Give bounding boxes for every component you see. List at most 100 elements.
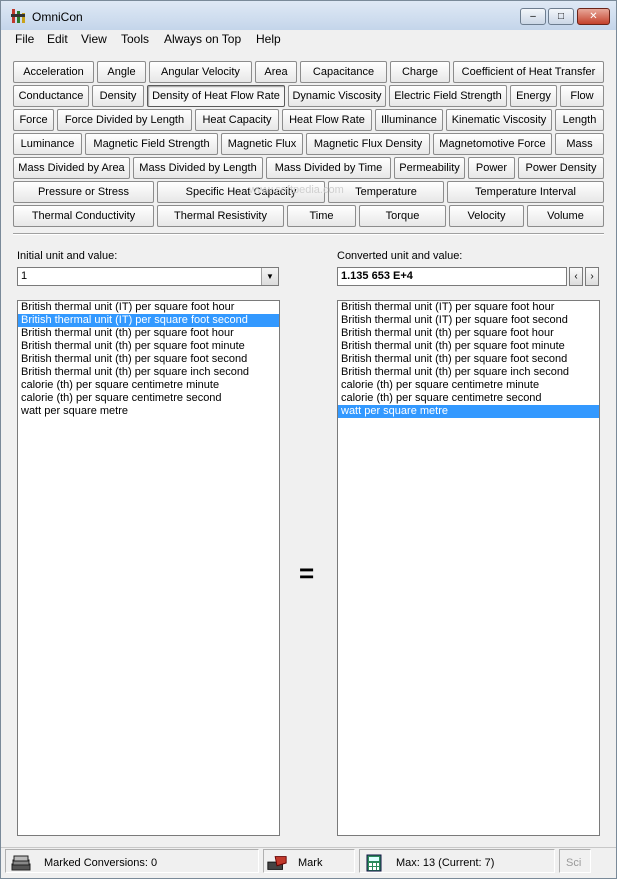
- menu-file[interactable]: File: [15, 32, 34, 46]
- list-item-selected[interactable]: watt per square metre: [338, 405, 599, 418]
- menu-help[interactable]: Help: [256, 32, 281, 46]
- list-item[interactable]: British thermal unit (th) per square foo…: [338, 340, 599, 353]
- list-item[interactable]: British thermal unit (th) per square inc…: [338, 366, 599, 379]
- category-button[interactable]: Time: [287, 205, 356, 227]
- list-item[interactable]: calorie (th) per square centimetre minut…: [18, 379, 279, 392]
- category-button[interactable]: Mass Divided by Length: [133, 157, 263, 179]
- sci-panel[interactable]: Sci: [559, 849, 591, 873]
- category-button[interactable]: Thermal Resistivity: [157, 205, 284, 227]
- category-button[interactable]: Illuminance: [375, 109, 443, 131]
- category-button[interactable]: Conductance: [13, 85, 89, 107]
- app-window: OmniCon – □ ✕ File Edit View Tools Alway…: [0, 0, 617, 879]
- initial-value-combobox[interactable]: 1 ▼: [17, 267, 279, 286]
- dropdown-button[interactable]: ▼: [261, 268, 278, 285]
- chevron-right-icon: ›: [590, 271, 594, 282]
- category-button[interactable]: Flow: [560, 85, 604, 107]
- category-button[interactable]: Electric Field Strength: [389, 85, 507, 107]
- category-button[interactable]: Thermal Conductivity: [13, 205, 154, 227]
- category-button[interactable]: Power Density: [518, 157, 604, 179]
- initial-unit-list[interactable]: British thermal unit (IT) per square foo…: [17, 300, 280, 836]
- marked-conversions-panel: Marked Conversions: 0: [5, 849, 259, 873]
- title-bar[interactable]: OmniCon – □ ✕: [1, 1, 616, 30]
- list-item[interactable]: calorie (th) per square centimetre secon…: [338, 392, 599, 405]
- maximize-button[interactable]: □: [548, 8, 574, 25]
- category-button[interactable]: Magnetic Flux Density: [306, 133, 430, 155]
- category-button[interactable]: Dynamic Viscosity: [288, 85, 386, 107]
- list-item[interactable]: British thermal unit (th) per square foo…: [18, 327, 279, 340]
- list-item[interactable]: calorie (th) per square centimetre minut…: [338, 379, 599, 392]
- list-item[interactable]: watt per square metre: [18, 405, 279, 418]
- mark-button[interactable]: Mark: [263, 849, 355, 873]
- initial-unit-label: Initial unit and value:: [17, 250, 118, 262]
- category-button[interactable]: Temperature: [328, 181, 444, 203]
- category-button[interactable]: Coefficient of Heat Transfer: [453, 61, 604, 83]
- max-text: Max: 13 (Current: 7): [396, 857, 495, 869]
- category-button[interactable]: Area: [255, 61, 297, 83]
- list-item[interactable]: British thermal unit (th) per square foo…: [18, 353, 279, 366]
- category-button[interactable]: Volume: [527, 205, 604, 227]
- close-icon: ✕: [589, 11, 598, 22]
- category-button[interactable]: Permeability: [394, 157, 465, 179]
- menu-edit[interactable]: Edit: [47, 32, 68, 46]
- converted-value-field[interactable]: 1.135 653 E+4: [337, 267, 567, 286]
- minimize-icon: –: [530, 11, 536, 22]
- chevron-down-icon: ▼: [266, 272, 274, 281]
- category-button[interactable]: Mass: [555, 133, 604, 155]
- close-button[interactable]: ✕: [577, 8, 610, 25]
- list-item[interactable]: British thermal unit (th) per square foo…: [338, 353, 599, 366]
- category-button[interactable]: Torque: [359, 205, 446, 227]
- category-button[interactable]: Heat Capacity: [195, 109, 279, 131]
- precision-decrease-button[interactable]: ‹: [569, 267, 583, 286]
- stack-icon: [11, 855, 31, 871]
- separator: [13, 233, 604, 235]
- category-button[interactable]: Magnetomotive Force: [433, 133, 552, 155]
- window-title: OmniCon: [32, 10, 83, 24]
- maximize-icon: □: [557, 11, 565, 22]
- calculator-icon: [366, 854, 382, 872]
- category-button[interactable]: Energy: [510, 85, 557, 107]
- category-button[interactable]: Magnetic Flux: [221, 133, 303, 155]
- mark-icon: [267, 856, 287, 870]
- category-button[interactable]: Capacitance: [300, 61, 387, 83]
- list-item[interactable]: British thermal unit (th) per square inc…: [18, 366, 279, 379]
- list-item[interactable]: British thermal unit (th) per square foo…: [338, 327, 599, 340]
- equals-sign: =: [299, 558, 315, 588]
- category-button[interactable]: Pressure or Stress: [13, 181, 154, 203]
- category-button[interactable]: Mass Divided by Time: [266, 157, 391, 179]
- marked-conversions-text: Marked Conversions: 0: [44, 857, 158, 869]
- list-item-selected[interactable]: British thermal unit (IT) per square foo…: [18, 314, 279, 327]
- category-button-active[interactable]: Density of Heat Flow Rate: [147, 85, 285, 107]
- category-button[interactable]: Power: [468, 157, 515, 179]
- category-button[interactable]: Mass Divided by Area: [13, 157, 130, 179]
- category-button[interactable]: Velocity: [449, 205, 524, 227]
- list-item[interactable]: calorie (th) per square centimetre secon…: [18, 392, 279, 405]
- list-item[interactable]: British thermal unit (IT) per square foo…: [338, 301, 599, 314]
- list-item[interactable]: British thermal unit (th) per square foo…: [18, 340, 279, 353]
- category-button[interactable]: Luminance: [13, 133, 82, 155]
- category-button[interactable]: Force Divided by Length: [57, 109, 192, 131]
- minimize-button[interactable]: –: [520, 8, 546, 25]
- category-button[interactable]: Magnetic Field Strength: [85, 133, 218, 155]
- precision-increase-button[interactable]: ›: [585, 267, 599, 286]
- converted-unit-list[interactable]: British thermal unit (IT) per square foo…: [337, 300, 600, 836]
- list-item[interactable]: British thermal unit (IT) per square foo…: [338, 314, 599, 327]
- category-button[interactable]: Kinematic Viscosity: [446, 109, 552, 131]
- menu-view[interactable]: View: [81, 32, 107, 46]
- initial-value-text[interactable]: 1: [21, 270, 27, 282]
- category-button[interactable]: Density: [92, 85, 144, 107]
- list-item[interactable]: British thermal unit (IT) per square foo…: [18, 301, 279, 314]
- category-button[interactable]: Force: [13, 109, 54, 131]
- category-button[interactable]: Acceleration: [13, 61, 94, 83]
- menu-tools[interactable]: Tools: [121, 32, 149, 46]
- converted-value-text: 1.135 653 E+4: [341, 270, 413, 282]
- category-button[interactable]: Temperature Interval: [447, 181, 604, 203]
- watermark-text: www.softpedia.com: [249, 184, 344, 196]
- menu-always-on-top[interactable]: Always on Top: [164, 32, 241, 46]
- category-button[interactable]: Heat Flow Rate: [282, 109, 372, 131]
- category-button[interactable]: Charge: [390, 61, 450, 83]
- category-button[interactable]: Angle: [97, 61, 146, 83]
- category-button[interactable]: Length: [555, 109, 604, 131]
- category-button[interactable]: Angular Velocity: [149, 61, 252, 83]
- converted-unit-label: Converted unit and value:: [337, 250, 463, 262]
- chevron-left-icon: ‹: [574, 271, 578, 282]
